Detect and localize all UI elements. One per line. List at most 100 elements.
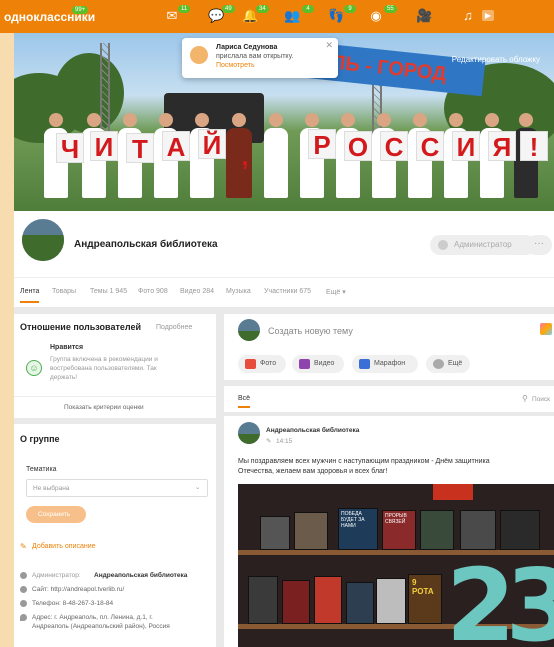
- book-cover: [282, 580, 310, 624]
- edit-icon: ✎: [20, 542, 27, 551]
- topic-select-value: Не выбрана: [33, 485, 70, 492]
- slogan-letter: Р: [308, 129, 336, 160]
- address-line: Андреаполь (Андреапольский район), Росси…: [32, 623, 170, 630]
- guests-icon[interactable]: 👣: [328, 9, 344, 23]
- photo-button-label: Фото: [260, 360, 277, 367]
- post-author-avatar[interactable]: [238, 422, 260, 444]
- save-button[interactable]: Сохранить: [26, 506, 86, 523]
- slogan-letter: Ч: [56, 133, 84, 164]
- relations-title: Отношение пользователей: [20, 322, 141, 332]
- close-icon[interactable]: ✕: [325, 41, 333, 50]
- administrator-name[interactable]: Андреапольская библиотека: [94, 571, 187, 580]
- administrator-line: Администратор:: [32, 572, 81, 579]
- person-head: [305, 113, 319, 127]
- add-description-link[interactable]: Добавить описание: [32, 543, 96, 550]
- post-image[interactable]: ПОБЕДА БУДЕТ ЗА НАМИ ПРОРЫВ СВЯЗЕЙ 9 РОТ…: [238, 484, 554, 647]
- book-cover: [420, 510, 454, 550]
- filter-all-tab[interactable]: Всё: [238, 395, 251, 408]
- person-head: [413, 113, 427, 127]
- about-title: О группе: [20, 434, 60, 444]
- tab-topics[interactable]: Темы 1 945: [90, 288, 127, 295]
- show-criteria-link[interactable]: Показать критерии оценки: [64, 403, 144, 412]
- create-topic-input[interactable]: Создать новую тему: [268, 326, 353, 336]
- person-head: [449, 113, 463, 127]
- person-head: [485, 113, 499, 127]
- person-head: [159, 113, 173, 127]
- book-cover: [314, 576, 342, 624]
- person-head: [232, 113, 246, 127]
- activity-badge: 55: [384, 5, 397, 13]
- post-author-name[interactable]: Андреапольская библиотека: [266, 426, 359, 435]
- person: [264, 128, 288, 198]
- administrator-button[interactable]: Администратор: [430, 235, 536, 255]
- likes-text-line: Группа включена в рекомендации и: [50, 356, 158, 363]
- book-title: 9 РОТА: [412, 578, 434, 596]
- edit-cover-link[interactable]: Редактировать обложку: [452, 55, 540, 64]
- post-time: 14:15: [276, 438, 293, 445]
- phone-icon: [20, 600, 27, 607]
- video-button-label: Видео: [314, 360, 335, 367]
- group-tabs: Лента Товары Темы 1 945 Фото 908 Видео 2…: [14, 277, 554, 307]
- save-button-label: Сохранить: [38, 511, 71, 518]
- more-options-button[interactable]: ···: [526, 235, 552, 255]
- marathon-button[interactable]: Марафон: [352, 355, 418, 373]
- more-post-types-label: Ещё: [448, 360, 463, 367]
- notification-avatar: [190, 46, 208, 64]
- video-icon[interactable]: 🎥: [416, 9, 432, 23]
- slogan-letter: И: [452, 131, 480, 162]
- music-icon[interactable]: ♫: [460, 9, 476, 23]
- tab-members[interactable]: Участники 675: [264, 288, 311, 295]
- book-cover: ПРОРЫВ СВЯЗЕЙ: [382, 510, 416, 550]
- friends-badge: 4: [302, 5, 314, 13]
- chevron-down-icon: ⌄: [195, 484, 201, 491]
- video-button[interactable]: Видео: [292, 355, 344, 373]
- book-cover: 9 РОТА: [408, 574, 442, 624]
- tab-music[interactable]: Музыка: [226, 288, 251, 295]
- person-head: [269, 113, 283, 127]
- group-avatar[interactable]: [20, 217, 66, 263]
- tab-videos[interactable]: Видео 284: [180, 288, 214, 295]
- post-text-line: Отечества, желаем вам здоровья и всех бл…: [238, 468, 388, 475]
- person-head: [377, 113, 391, 127]
- book-title: ПРОРЫВ СВЯЗЕЙ: [385, 513, 407, 525]
- smile-icon: ☺: [26, 360, 42, 376]
- slogan-letter: С: [416, 131, 444, 162]
- person-head: [195, 113, 209, 127]
- feed-search-link[interactable]: Поиск: [532, 395, 550, 404]
- book-cover: [500, 510, 540, 550]
- notification-view-link[interactable]: Посмотреть: [216, 61, 332, 70]
- book-cover: [248, 576, 278, 624]
- notification-sender: Лариса Седунова: [216, 44, 278, 51]
- photo-button[interactable]: Фото: [238, 355, 286, 373]
- slogan-letter: И: [90, 131, 118, 162]
- camera-icon: [245, 359, 256, 369]
- shield-icon: [20, 572, 27, 579]
- shield-icon: [438, 240, 448, 250]
- person-head: [49, 113, 63, 127]
- tab-more[interactable]: Ещё ▾: [326, 288, 346, 296]
- tab-products[interactable]: Товары: [52, 288, 76, 295]
- relations-more-link[interactable]: Подробнее: [156, 324, 192, 331]
- play-icon[interactable]: ▶: [482, 10, 494, 21]
- site-link[interactable]: Сайт: http://andreapol.tverlib.ru/: [32, 585, 124, 594]
- notification-text: прислала вам открытку.: [216, 53, 294, 60]
- book-cover: [260, 516, 290, 550]
- person-head: [341, 113, 355, 127]
- palette-icon[interactable]: [540, 323, 552, 335]
- about-group-card: О группе Тематика Не выбрана ⌄ Сохранить…: [14, 424, 216, 647]
- activity-icon[interactable]: ◉: [368, 9, 384, 23]
- logo-badge: 99+: [72, 6, 89, 14]
- slogan-letter: Т: [126, 133, 154, 164]
- slogan-letter: С: [380, 131, 408, 162]
- flag-decoration: [433, 484, 473, 500]
- search-icon[interactable]: ⚲: [522, 394, 528, 403]
- bell-badge: 34: [256, 5, 269, 13]
- topic-select[interactable]: Не выбрана ⌄: [26, 479, 208, 497]
- tab-feed[interactable]: Лента: [20, 288, 40, 303]
- friends-icon[interactable]: 👥: [284, 9, 300, 23]
- book-title: ПОБЕДА БУДЕТ ЗА НАМИ: [341, 511, 365, 529]
- book-cover: [460, 510, 496, 550]
- more-post-types-button[interactable]: Ещё: [426, 355, 470, 373]
- tab-photos[interactable]: Фото 908: [138, 288, 168, 295]
- notification-popup[interactable]: Лариса Седунова прислала вам открытку. П…: [182, 38, 338, 78]
